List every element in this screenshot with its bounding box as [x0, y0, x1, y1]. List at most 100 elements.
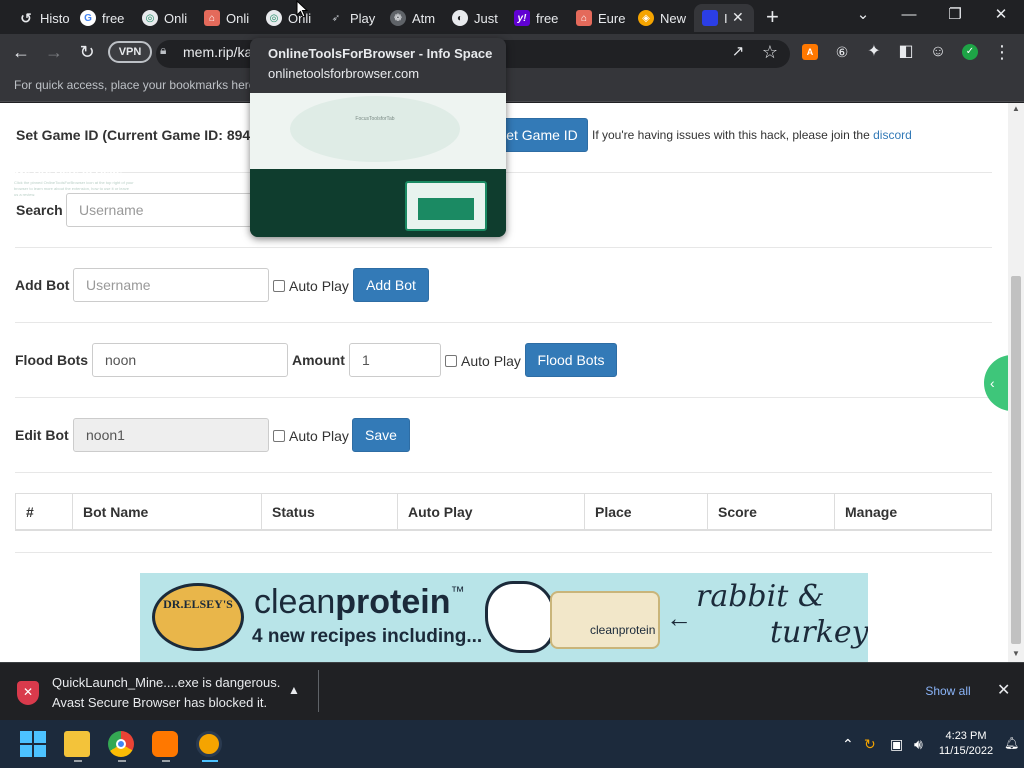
back-icon[interactable]: ←: [8, 39, 34, 65]
set-game-id-button[interactable]: et Game ID: [496, 118, 588, 152]
tab-eure[interactable]: ⌂ Eure: [568, 4, 628, 32]
flood-bots-autoplay-checkbox[interactable]: Auto Play: [445, 353, 521, 369]
danger-shield-icon: ✕: [17, 681, 39, 705]
preview-body: Click the pinned OnlineToolsForBrowser i…: [14, 180, 134, 197]
add-bot-username-input[interactable]: Username: [73, 268, 269, 302]
tab-just[interactable]: ◐ Just: [444, 4, 504, 32]
globe-icon: ◐: [452, 10, 468, 26]
tab-play[interactable]: ➶ Play: [320, 4, 380, 32]
avast-icon: ◈: [638, 10, 654, 26]
tab-onlinetools-2[interactable]: ⌂ Onli: [196, 4, 256, 32]
restore-icon[interactable]: ❐: [940, 4, 970, 26]
file-explorer-icon[interactable]: [64, 731, 90, 757]
add-bot-autoplay-checkbox[interactable]: Auto Play: [273, 278, 349, 294]
tab-onlinetools-1[interactable]: ◎ Onli: [134, 4, 194, 32]
profile-icon[interactable]: ☺: [925, 39, 951, 65]
edit-bot-autoplay-checkbox[interactable]: Auto Play: [273, 428, 349, 444]
tray-network-icon[interactable]: ▣: [890, 736, 903, 753]
tab-active-site[interactable]: I: [694, 4, 754, 32]
reload-icon[interactable]: ↻: [74, 39, 100, 65]
google-icon: G: [80, 10, 96, 26]
can-label: cleanprotein: [590, 623, 656, 637]
tab-atmosphere[interactable]: ❁ Atm: [382, 4, 442, 32]
tab-search-chevron-icon[interactable]: ⌄: [848, 4, 878, 26]
amount-label: Amount: [292, 352, 345, 368]
new-tab-icon[interactable]: +: [766, 4, 779, 30]
bookmark-star-icon[interactable]: ☆: [757, 39, 783, 65]
tray-update-icon[interactable]: ↻: [864, 736, 876, 753]
column-header-manage: Manage: [834, 494, 991, 530]
column-header-score: Score: [707, 494, 834, 530]
side-panel-icon[interactable]: ◧: [893, 39, 919, 65]
tab-history[interactable]: ↺ Histo: [10, 4, 70, 32]
forward-icon[interactable]: →: [41, 39, 67, 65]
chevron-up-icon[interactable]: ▲: [288, 683, 300, 697]
column-header-status: Status: [261, 494, 397, 530]
ad-script-line1: rabbit &: [696, 579, 825, 614]
hover-card-url: onlinetoolsforbrowser.com: [268, 66, 420, 81]
vpn-button[interactable]: VPN: [108, 41, 152, 63]
tab-google-free[interactable]: G free: [72, 4, 132, 32]
arrow-icon: ←: [666, 603, 692, 633]
save-button[interactable]: Save: [352, 418, 410, 452]
taskbar-running-indicator: [118, 760, 126, 762]
flood-bots-button[interactable]: Flood Bots: [525, 343, 617, 377]
divider: [15, 552, 992, 553]
minimize-icon[interactable]: —: [894, 4, 924, 26]
scroll-up-icon[interactable]: ▲: [1010, 104, 1022, 113]
column-header-auto-play: Auto Play: [397, 494, 584, 530]
edit-bot-name-input[interactable]: noon1: [73, 418, 269, 452]
avast-browser-icon[interactable]: [196, 731, 222, 757]
taskbar-running-indicator: [162, 760, 170, 762]
ad-script-line2: turkey: [770, 615, 868, 650]
url-text[interactable]: mem.rip/ka: [183, 44, 252, 60]
close-window-icon[interactable]: ✕: [986, 4, 1016, 26]
tab-yahoo-free[interactable]: y! free: [506, 4, 566, 32]
checkbox-box[interactable]: [273, 280, 285, 292]
divider: [15, 322, 992, 323]
search-input[interactable]: Username: [66, 193, 266, 227]
download-warning-title[interactable]: QuickLaunch_Mine....exe is dangerous.: [52, 675, 280, 690]
notification-bell-icon[interactable]: 🔔︎: [1004, 736, 1019, 750]
lock-icon[interactable]: 🔒︎: [160, 43, 166, 58]
rocket-icon: ➶: [331, 12, 341, 24]
scroll-down-icon[interactable]: ▼: [1010, 649, 1022, 658]
taskbar-running-indicator: [74, 760, 82, 762]
atmosphere-icon: ❁: [390, 10, 406, 26]
bots-table-header: # Bot Name Status Auto Play Place Score …: [15, 493, 992, 531]
edit-bot-label: Edit Bot: [15, 427, 69, 443]
menu-kebab-icon[interactable]: ⋮: [989, 39, 1015, 65]
divider: [15, 247, 992, 248]
ad-subline: 4 new recipes including...: [252, 626, 483, 647]
add-bot-button[interactable]: Add Bot: [353, 268, 429, 302]
tab-close-icon[interactable]: ✕: [732, 9, 744, 26]
tray-volume-icon[interactable]: 🔊︎: [914, 736, 923, 753]
extensions-puzzle-icon[interactable]: ✦: [861, 39, 887, 65]
share-icon[interactable]: ↗: [725, 39, 751, 65]
onlinetools-icon: ◎: [142, 10, 158, 26]
checkbox-box[interactable]: [273, 430, 285, 442]
ad-banner[interactable]: DR.ELSEY'S cleanprotein™ 4 new recipes i…: [140, 573, 868, 662]
column-header-bot-name: Bot Name: [72, 494, 261, 530]
amount-input[interactable]: 1: [349, 343, 441, 377]
checkbox-box[interactable]: [445, 355, 457, 367]
start-windows-icon[interactable]: [20, 731, 46, 757]
taskbar-active-indicator: [202, 760, 218, 762]
close-download-bar-icon[interactable]: ✕: [997, 680, 1010, 700]
extension-6-icon[interactable]: ⑥: [829, 39, 855, 65]
tray-chevron-up-icon[interactable]: ⌃: [842, 736, 854, 753]
shield-check-icon[interactable]: ✓: [962, 44, 978, 60]
avast-extension-icon[interactable]: A: [802, 44, 818, 60]
show-all-button[interactable]: Show all: [911, 681, 985, 701]
tab-onlinetools-3[interactable]: ◎ Onli: [258, 4, 318, 32]
divider: [15, 397, 992, 398]
flood-bots-name-input[interactable]: noon: [92, 343, 288, 377]
avast-antivirus-icon[interactable]: [152, 731, 178, 757]
discord-link[interactable]: discord: [873, 128, 912, 142]
column-header-place: Place: [584, 494, 707, 530]
preview-screenshot-bar: [418, 198, 474, 220]
taskbar-clock[interactable]: 4:23 PM 11/15/2022: [936, 729, 996, 759]
scrollbar-thumb[interactable]: [1011, 276, 1021, 644]
download-divider: [318, 670, 319, 712]
tab-new[interactable]: ◈ New: [630, 4, 690, 32]
